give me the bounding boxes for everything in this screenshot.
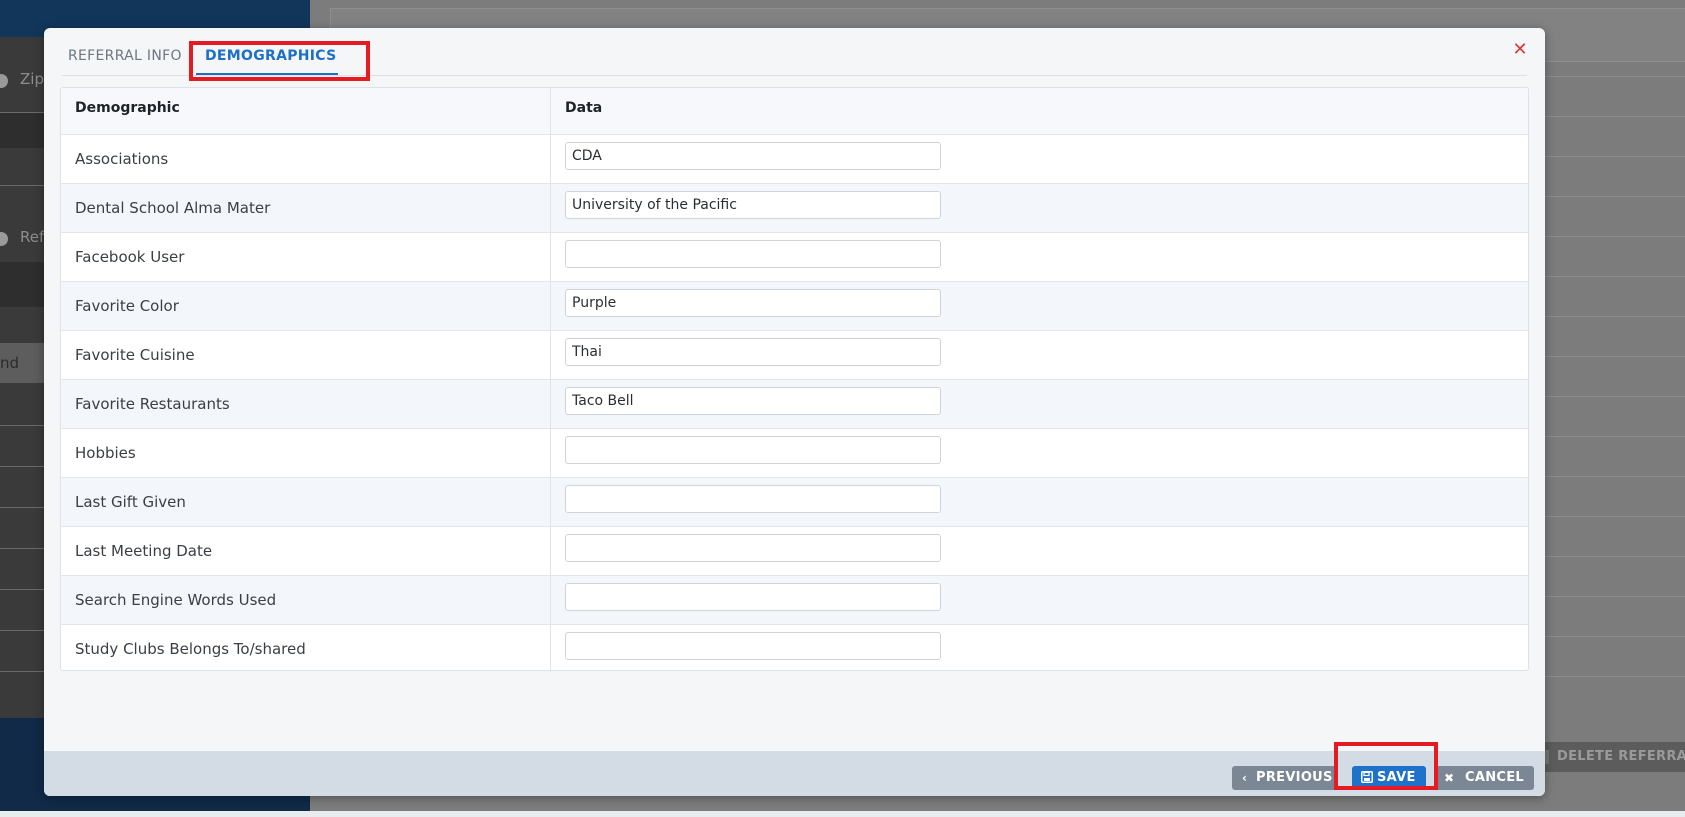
tab-referral-info[interactable]: REFERRAL INFO	[68, 48, 182, 64]
chevron-left-icon: ‹	[1242, 771, 1248, 785]
delete-referral-button[interactable]: DELETE REFERRA	[1539, 742, 1685, 772]
favorite-restaurants-input[interactable]	[565, 387, 941, 415]
demographic-label: Search Engine Words Used	[75, 591, 277, 609]
last-gift-given-input[interactable]	[565, 485, 941, 513]
table-row: Facebook User	[61, 232, 1528, 282]
demographic-label: Associations	[75, 150, 169, 168]
associations-input[interactable]	[565, 142, 941, 170]
save-button-highlight	[1334, 742, 1438, 790]
demographic-label: Study Clubs Belongs To/shared	[75, 640, 306, 658]
table-row: Study Clubs Belongs To/shared	[61, 624, 1528, 671]
demographic-label: Favorite Color	[75, 297, 179, 315]
search-engine-words-input[interactable]	[565, 583, 941, 611]
demographics-tab-highlight	[189, 41, 370, 81]
close-icon[interactable]: ✕	[1512, 41, 1528, 59]
demographic-label: Hobbies	[75, 444, 136, 462]
table-row: Favorite Restaurants	[61, 379, 1528, 429]
referral-label: Ref	[20, 228, 45, 246]
table-row: Favorite Color	[61, 281, 1528, 331]
close-icon: ✖	[1444, 771, 1455, 785]
facebook-user-input[interactable]	[565, 240, 941, 268]
cancel-button[interactable]: ✖ CANCEL	[1435, 766, 1534, 790]
demographic-label: Favorite Cuisine	[75, 346, 195, 364]
hobbies-input[interactable]	[565, 436, 941, 464]
radio-zip	[0, 74, 8, 88]
demographics-modal: REFERRAL INFO DEMOGRAPHICS ✕ Demographic…	[44, 28, 1545, 796]
modal-footer: ‹ PREVIOUS SAVE ✖ CANCEL	[44, 751, 1545, 796]
demographic-label: Last Gift Given	[75, 493, 186, 511]
demographics-table: Demographic Data Associations Dental Sch…	[60, 87, 1529, 672]
table-row: Last Meeting Date	[61, 526, 1528, 576]
table-row: Favorite Cuisine	[61, 330, 1528, 380]
header-demographic: Demographic	[75, 100, 180, 116]
table-header-row: Demographic Data	[61, 88, 1528, 134]
table-row: Associations	[61, 134, 1528, 184]
table-row: Search Engine Words Used	[61, 575, 1528, 625]
header-data: Data	[565, 100, 603, 116]
table-row: Hobbies	[61, 428, 1528, 478]
favorite-cuisine-input[interactable]	[565, 338, 941, 366]
demographic-label: Last Meeting Date	[75, 542, 213, 560]
demographic-label: Dental School Alma Mater	[75, 199, 271, 217]
last-meeting-date-input[interactable]	[565, 534, 941, 562]
radio-referral	[0, 232, 8, 246]
column-divider	[550, 88, 551, 672]
favorite-color-input[interactable]	[565, 289, 941, 317]
zip-label: Zip	[20, 70, 44, 88]
demographic-label: Facebook User	[75, 248, 185, 266]
previous-button[interactable]: ‹ PREVIOUS	[1232, 766, 1337, 790]
table-row: Dental School Alma Mater	[61, 183, 1528, 233]
table-row: Last Gift Given	[61, 477, 1528, 527]
dental-school-input[interactable]	[565, 191, 941, 219]
demographic-label: Favorite Restaurants	[75, 395, 230, 413]
study-clubs-input[interactable]	[565, 632, 941, 660]
